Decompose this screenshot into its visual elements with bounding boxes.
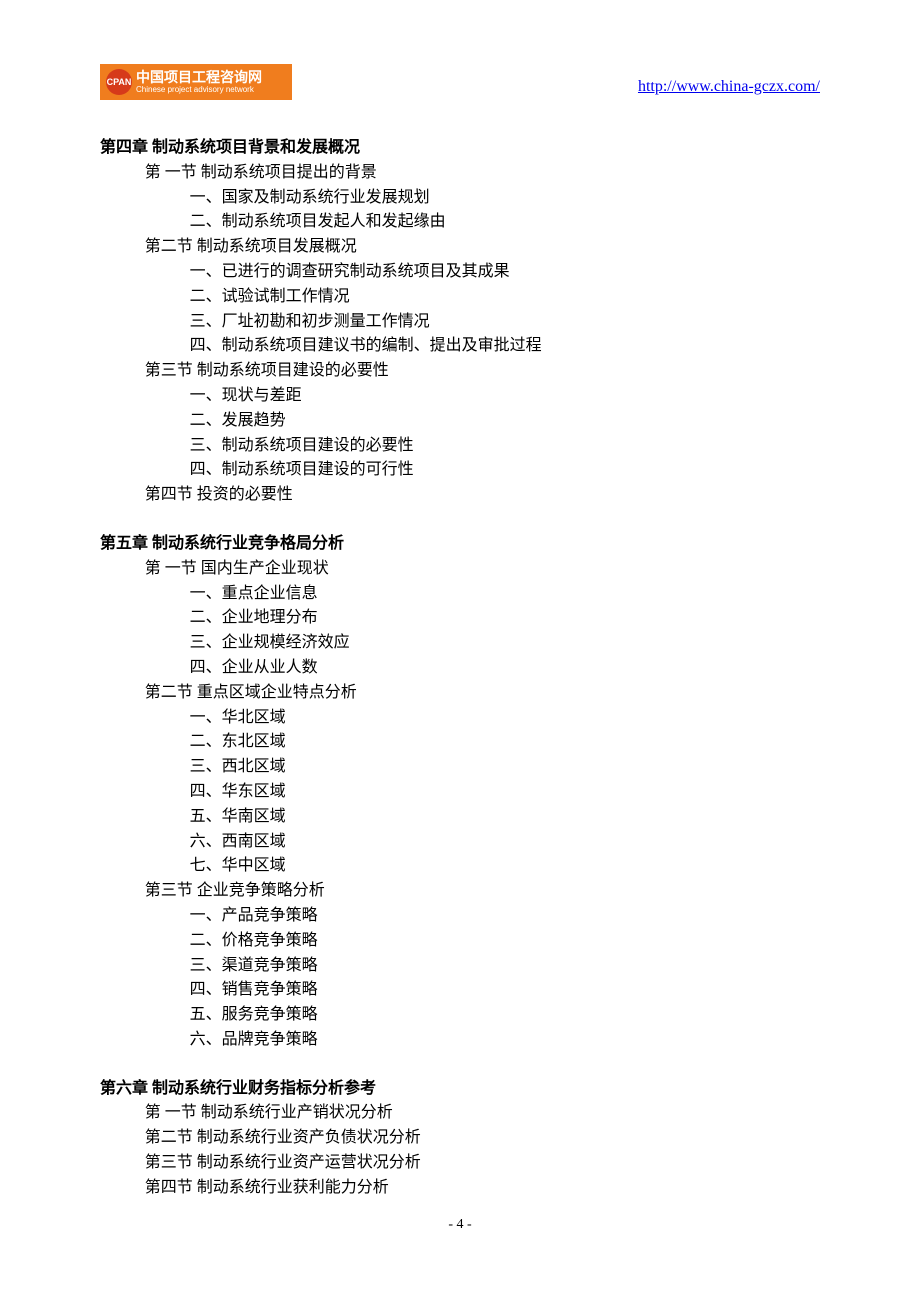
- list-item: 三、西北区域: [100, 755, 820, 780]
- logo-en-text: Chinese project advisory network: [136, 86, 262, 94]
- section-title: 第三节 企业竞争策略分析: [100, 879, 820, 904]
- list-item: 一、华北区域: [100, 706, 820, 731]
- list-item: 四、华东区域: [100, 780, 820, 805]
- list-item: 四、企业从业人数: [100, 656, 820, 681]
- list-item: 一、重点企业信息: [100, 582, 820, 607]
- section-title: 第三节 制动系统行业资产运营状况分析: [100, 1151, 820, 1176]
- chapter-title: 第四章 制动系统项目背景和发展概况: [100, 136, 820, 161]
- section-title: 第 一节 国内生产企业现状: [100, 557, 820, 582]
- section-title: 第三节 制动系统项目建设的必要性: [100, 359, 820, 384]
- list-item: 五、服务竞争策略: [100, 1003, 820, 1028]
- list-item: 四、制动系统项目建设的可行性: [100, 458, 820, 483]
- logo-cn-text: 中国项目工程咨询网: [136, 70, 262, 84]
- list-item: 二、发展趋势: [100, 409, 820, 434]
- list-item: 四、销售竞争策略: [100, 978, 820, 1003]
- section-title: 第四节 制动系统行业获利能力分析: [100, 1176, 820, 1201]
- list-item: 二、试验试制工作情况: [100, 285, 820, 310]
- list-item: 一、已进行的调查研究制动系统项目及其成果: [100, 260, 820, 285]
- list-item: 三、制动系统项目建设的必要性: [100, 434, 820, 459]
- list-item: 二、价格竞争策略: [100, 929, 820, 954]
- list-item: 一、国家及制动系统行业发展规划: [100, 186, 820, 211]
- page-header: CPAN 中国项目工程咨询网 Chinese project advisory …: [100, 64, 820, 100]
- list-item: 一、产品竞争策略: [100, 904, 820, 929]
- list-item: 四、制动系统项目建议书的编制、提出及审批过程: [100, 334, 820, 359]
- page-number: - 4 -: [100, 1217, 820, 1233]
- table-of-contents: 第四章 制动系统项目背景和发展概况第 一节 制动系统项目提出的背景一、国家及制动…: [100, 136, 820, 1201]
- list-item: 三、厂址初勘和初步测量工作情况: [100, 310, 820, 335]
- section-title: 第二节 重点区域企业特点分析: [100, 681, 820, 706]
- document-page: CPAN 中国项目工程咨询网 Chinese project advisory …: [0, 0, 920, 1273]
- list-item: 二、制动系统项目发起人和发起缘由: [100, 210, 820, 235]
- section-title: 第 一节 制动系统项目提出的背景: [100, 161, 820, 186]
- section-title: 第四节 投资的必要性: [100, 483, 820, 508]
- logo-icon: CPAN: [106, 69, 132, 95]
- list-item: 一、现状与差距: [100, 384, 820, 409]
- section-title: 第二节 制动系统行业资产负债状况分析: [100, 1126, 820, 1151]
- list-item: 七、华中区域: [100, 854, 820, 879]
- logo-text: 中国项目工程咨询网 Chinese project advisory netwo…: [136, 70, 262, 94]
- list-item: 三、渠道竞争策略: [100, 954, 820, 979]
- list-item: 六、西南区域: [100, 830, 820, 855]
- list-item: 二、东北区域: [100, 730, 820, 755]
- chapter-title: 第五章 制动系统行业竞争格局分析: [100, 532, 820, 557]
- list-item: 二、企业地理分布: [100, 606, 820, 631]
- list-item: 六、品牌竞争策略: [100, 1028, 820, 1053]
- list-item: 三、企业规模经济效应: [100, 631, 820, 656]
- section-title: 第 一节 制动系统行业产销状况分析: [100, 1101, 820, 1126]
- section-title: 第二节 制动系统项目发展概况: [100, 235, 820, 260]
- site-url-link[interactable]: http://www.china-gczx.com/: [638, 78, 820, 96]
- chapter-title: 第六章 制动系统行业财务指标分析参考: [100, 1077, 820, 1102]
- site-logo: CPAN 中国项目工程咨询网 Chinese project advisory …: [100, 64, 292, 100]
- list-item: 五、华南区域: [100, 805, 820, 830]
